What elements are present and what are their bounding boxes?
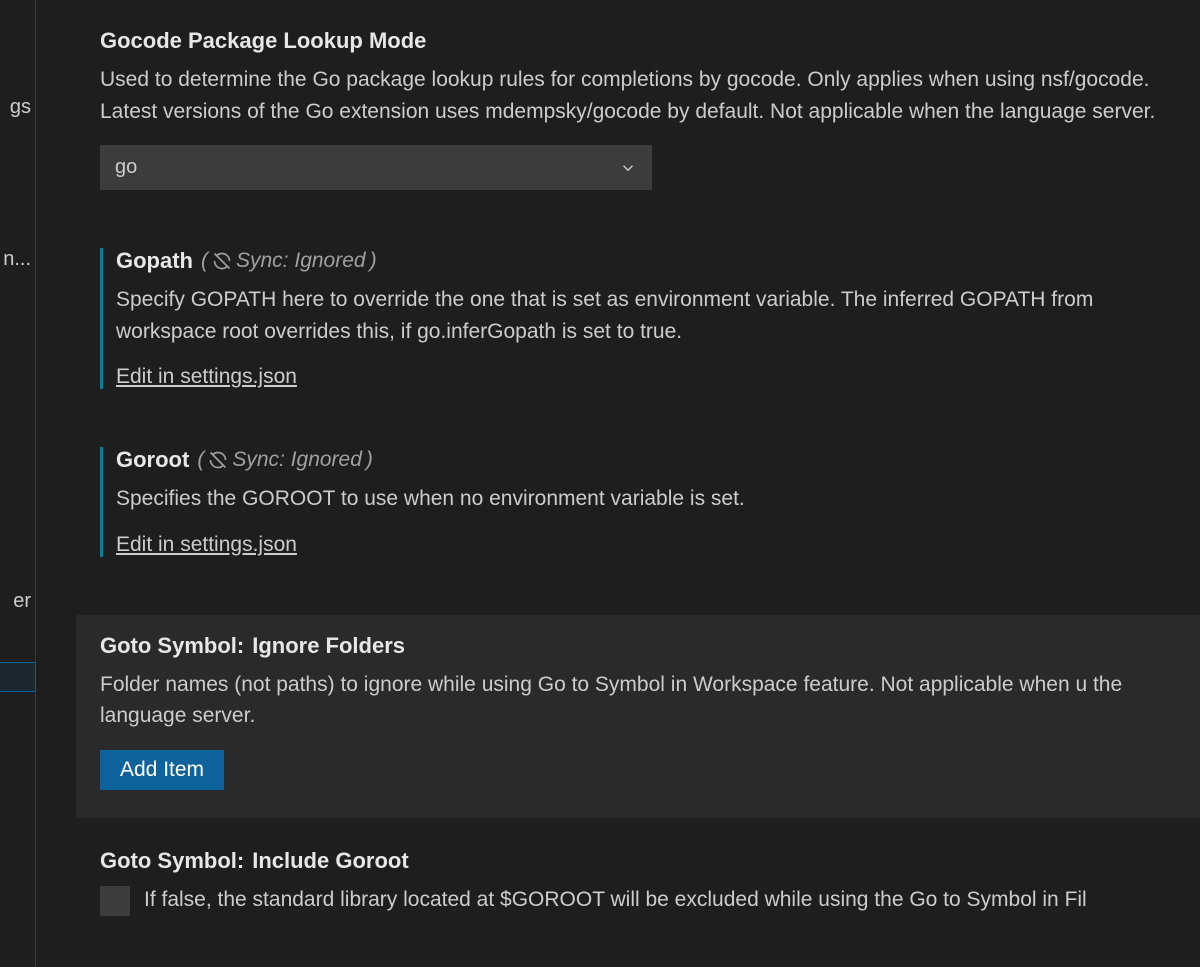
setting-title-suffix: Include Goroot [252,848,408,874]
chevron-down-icon [619,159,637,177]
setting-description: If false, the standard library located a… [144,884,1087,916]
sidebar-text-fragment: n... [3,248,31,271]
edit-in-settings-json-link[interactable]: Edit in settings.json [116,533,297,557]
setting-title-suffix: Ignore Folders [252,633,405,659]
setting-title: Gopath [116,248,193,274]
setting-description: Folder names (not paths) to ignore while… [100,669,1200,732]
gocode-lookup-mode-dropdown[interactable]: go [100,145,652,190]
setting-gocode-package-lookup-mode: Gocode Package Lookup Mode Used to deter… [100,28,1200,190]
setting-description: Used to determine the Go package lookup … [100,64,1200,127]
sync-ignored-badge: ( Sync: Ignored) [201,249,377,273]
setting-title-prefix: Goto Symbol: [100,848,244,874]
setting-goroot: Goroot ( Sync: Ignored) Specifies the GO… [100,447,1200,557]
setting-goto-symbol-include-goroot: Goto Symbol: Include Goroot If false, th… [100,848,1200,916]
setting-goto-symbol-ignore-folders: Goto Symbol: Ignore Folders Folder names… [76,615,1200,818]
sync-off-icon [212,251,232,271]
dropdown-value: go [115,156,137,179]
setting-description: Specifies the GOROOT to use when no envi… [116,483,1200,515]
include-goroot-checkbox[interactable] [100,886,130,916]
edit-in-settings-json-link[interactable]: Edit in settings.json [116,365,297,389]
sync-off-icon [208,450,228,470]
sidebar-text-fragment: gs [10,96,31,119]
add-item-button[interactable]: Add Item [100,750,224,790]
setting-description: Specify GOPATH here to override the one … [116,284,1200,347]
sync-ignored-badge: ( Sync: Ignored) [197,448,373,472]
settings-content: Gocode Package Lookup Mode Used to deter… [36,0,1200,967]
setting-gopath: Gopath ( Sync: Ignored) Specify GOPATH h… [100,248,1200,389]
setting-title-prefix: Goto Symbol: [100,633,244,659]
setting-title: Gocode Package Lookup Mode [100,28,426,54]
setting-title: Goroot [116,447,189,473]
settings-sidebar: gs n... er [0,0,36,967]
sidebar-selected-item[interactable] [0,662,36,692]
sidebar-text-fragment: er [13,590,31,613]
